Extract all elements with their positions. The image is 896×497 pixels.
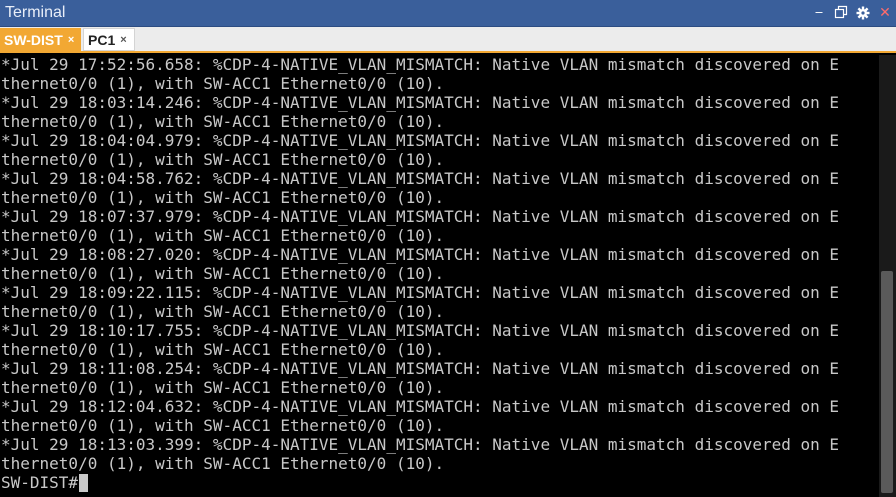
tab-close-icon[interactable]: × [68,34,74,46]
window-controls: ‒ ✕ [812,4,892,22]
console-line: *Jul 29 18:03:14.246: %CDP-4-NATIVE_VLAN… [1,93,840,112]
console-line: thernet0/0 (1), with SW-ACC1 Ethernet0/0… [1,454,445,473]
restore-icon[interactable] [834,5,848,21]
scrollbar-thumb[interactable] [881,271,893,493]
tab-sw-dist[interactable]: SW-DIST × [0,28,81,51]
tab-label: SW-DIST [4,31,63,48]
console-line: *Jul 29 18:07:37.979: %CDP-4-NATIVE_VLAN… [1,207,840,226]
console-line: thernet0/0 (1), with SW-ACC1 Ethernet0/0… [1,74,445,93]
console-line: *Jul 29 18:11:08.254: %CDP-4-NATIVE_VLAN… [1,359,840,378]
console-line: thernet0/0 (1), with SW-ACC1 Ethernet0/0… [1,340,445,359]
tab-close-icon[interactable]: × [120,34,126,46]
vertical-scrollbar[interactable] [879,55,896,497]
tab-pc1[interactable]: PC1 × [83,28,135,51]
console-line: *Jul 29 18:09:22.115: %CDP-4-NATIVE_VLAN… [1,283,840,302]
console-line: *Jul 29 18:10:17.755: %CDP-4-NATIVE_VLAN… [1,321,840,340]
terminal-output[interactable]: *Jul 29 17:52:56.658: %CDP-4-NATIVE_VLAN… [0,55,879,497]
close-icon[interactable]: ✕ [878,5,892,21]
title-bar[interactable]: Terminal ‒ ✕ [0,0,896,27]
console-line: *Jul 29 18:04:04.979: %CDP-4-NATIVE_VLAN… [1,131,840,150]
tab-bar: SW-DIST × PC1 × [0,27,896,53]
command-prompt[interactable]: SW-DIST# [1,473,89,492]
console-line: *Jul 29 18:13:03.399: %CDP-4-NATIVE_VLAN… [1,435,840,454]
console-line: *Jul 29 18:12:04.632: %CDP-4-NATIVE_VLAN… [1,397,840,416]
gear-icon[interactable] [856,5,870,21]
console-line: thernet0/0 (1), with SW-ACC1 Ethernet0/0… [1,264,445,283]
console-line: thernet0/0 (1), with SW-ACC1 Ethernet0/0… [1,226,445,245]
console-line: thernet0/0 (1), with SW-ACC1 Ethernet0/0… [1,150,445,169]
window-title: Terminal [5,4,66,21]
prompt-text: SW-DIST# [1,473,79,492]
console-line: *Jul 29 17:52:56.658: %CDP-4-NATIVE_VLAN… [1,55,840,74]
tab-label: PC1 [88,31,116,48]
minimize-icon[interactable]: ‒ [812,5,826,21]
console-line: thernet0/0 (1), with SW-ACC1 Ethernet0/0… [1,378,445,397]
terminal-window: Terminal ‒ ✕ SW-DIST × PC1 × *Jul 29 17:… [0,0,896,497]
console-line: thernet0/0 (1), with SW-ACC1 Ethernet0/0… [1,302,445,321]
text-cursor [79,473,89,492]
console-line: thernet0/0 (1), with SW-ACC1 Ethernet0/0… [1,112,445,131]
console-line: *Jul 29 18:08:27.020: %CDP-4-NATIVE_VLAN… [1,245,840,264]
console-line: *Jul 29 18:04:58.762: %CDP-4-NATIVE_VLAN… [1,169,840,188]
console-line: thernet0/0 (1), with SW-ACC1 Ethernet0/0… [1,188,445,207]
console-line: thernet0/0 (1), with SW-ACC1 Ethernet0/0… [1,416,445,435]
